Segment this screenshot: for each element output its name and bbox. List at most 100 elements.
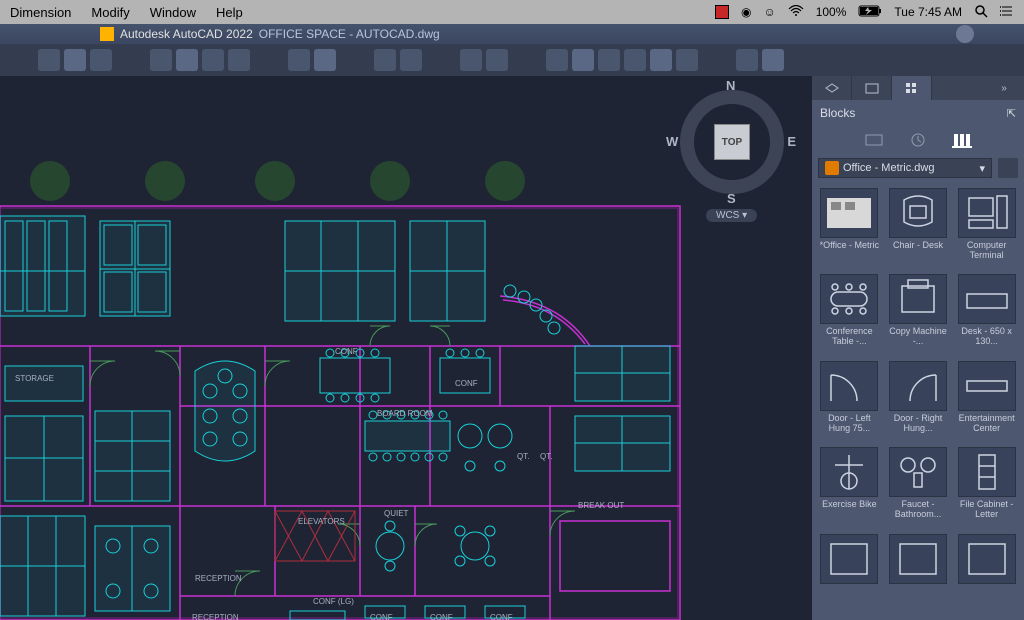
filter-options-icon[interactable] bbox=[998, 158, 1018, 178]
dir-s: S bbox=[727, 191, 736, 206]
undo-icon[interactable] bbox=[374, 49, 396, 71]
label-elevators: ELEVATORS bbox=[298, 517, 345, 526]
block-item[interactable]: Desk - 650 x 130... bbox=[955, 274, 1018, 354]
paste-special-icon[interactable] bbox=[228, 49, 250, 71]
menu-help[interactable]: Help bbox=[206, 5, 253, 20]
block-item[interactable]: Computer Terminal bbox=[955, 188, 1018, 268]
paste-icon[interactable] bbox=[202, 49, 224, 71]
block-thumb-icon bbox=[820, 274, 878, 324]
subtab-history-icon[interactable] bbox=[908, 132, 928, 148]
block-grid: *Office - Metric Chair - DeskComputer Ter… bbox=[812, 182, 1024, 620]
layer-icon[interactable] bbox=[546, 49, 568, 71]
block-label: Door - Right Hung... bbox=[887, 414, 950, 434]
block-label: Desk - 650 x 130... bbox=[955, 327, 1018, 347]
block-item[interactable]: Copy Machine -... bbox=[887, 274, 950, 354]
list-icon[interactable] bbox=[1000, 4, 1014, 21]
block-item[interactable]: File Cabinet - Letter bbox=[955, 447, 1018, 527]
table-icon[interactable] bbox=[650, 49, 672, 71]
panel-tabstrip: » bbox=[812, 76, 1024, 100]
block-thumb-icon bbox=[889, 534, 947, 584]
block-thumb-icon bbox=[958, 188, 1016, 238]
label-breakout: BREAK OUT bbox=[578, 501, 624, 510]
menu-modify[interactable]: Modify bbox=[81, 5, 139, 20]
menu-dimension[interactable]: Dimension bbox=[0, 5, 81, 20]
block-thumb-icon bbox=[958, 447, 1016, 497]
subtab-recent-icon[interactable] bbox=[864, 132, 884, 148]
block-label: Copy Machine -... bbox=[887, 327, 950, 347]
block-label: Exercise Bike bbox=[822, 500, 877, 520]
block-thumb-icon bbox=[820, 447, 878, 497]
block-thumb-icon bbox=[820, 188, 878, 238]
label-conf-lg: CONF (LG) bbox=[313, 597, 354, 606]
block-item[interactable] bbox=[887, 534, 950, 614]
label-reception2: RECEPTION bbox=[192, 613, 239, 620]
wcs-label[interactable]: WCS ▾ bbox=[706, 209, 757, 222]
block-editor-icon[interactable] bbox=[314, 49, 336, 71]
user-avatar[interactable] bbox=[956, 25, 974, 43]
battery-icon bbox=[858, 5, 882, 20]
block-thumb-icon bbox=[889, 447, 947, 497]
label-conf3c: CONF bbox=[370, 613, 393, 620]
spotlight-icon[interactable] bbox=[974, 4, 988, 21]
block-item[interactable]: *Office - Metric bbox=[818, 188, 881, 268]
menu-window[interactable]: Window bbox=[140, 5, 206, 20]
panel-detach-icon[interactable]: ⇱ bbox=[1007, 107, 1016, 120]
block-item[interactable]: Exercise Bike bbox=[818, 447, 881, 527]
block-thumb-icon bbox=[958, 361, 1016, 411]
panel-tab-files[interactable] bbox=[852, 76, 892, 100]
macos-menubar: Dimension Modify Window Help ◉ ☺ 100% Tu… bbox=[0, 0, 1024, 24]
block-thumb-icon bbox=[820, 361, 878, 411]
cut-icon[interactable] bbox=[150, 49, 172, 71]
xref-icon[interactable] bbox=[598, 49, 620, 71]
block-item[interactable]: Entertainment Center bbox=[955, 361, 1018, 441]
print-settings-icon[interactable] bbox=[90, 49, 112, 71]
ribbon-toolbar bbox=[0, 44, 1024, 76]
attach-icon[interactable] bbox=[572, 49, 594, 71]
dir-e: E bbox=[787, 134, 796, 149]
status-sync-icon: ◉ bbox=[741, 5, 751, 19]
block-label: Entertainment Center bbox=[955, 414, 1018, 434]
sync-icon bbox=[825, 161, 839, 175]
dir-n: N bbox=[726, 78, 735, 93]
text-icon[interactable] bbox=[676, 49, 698, 71]
block-item[interactable]: Conference Table -... bbox=[818, 274, 881, 354]
clock: Tue 7:45 AM bbox=[894, 5, 962, 19]
print-preview-icon[interactable] bbox=[64, 49, 86, 71]
dim-icon[interactable] bbox=[736, 49, 758, 71]
block-item[interactable]: Faucet - Bathroom... bbox=[887, 447, 950, 527]
block-thumb-icon bbox=[958, 534, 1016, 584]
subtab-library-icon[interactable] bbox=[952, 132, 972, 148]
measure-icon[interactable] bbox=[762, 49, 784, 71]
label-storage: STORAGE bbox=[15, 374, 54, 383]
label-qt2: QT. bbox=[540, 452, 552, 461]
match-properties-icon[interactable] bbox=[288, 49, 310, 71]
viewcube[interactable]: TOP N S E W WCS ▾ bbox=[672, 82, 792, 202]
redo-icon[interactable] bbox=[400, 49, 422, 71]
pan-icon[interactable] bbox=[486, 49, 508, 71]
viewcube-face[interactable]: TOP bbox=[714, 124, 750, 160]
battery-pct: 100% bbox=[816, 5, 847, 19]
status-user-icon: ☺ bbox=[763, 5, 775, 19]
drawing-canvas[interactable]: STORAGE CONF CONF BOARD ROOM ELEVATORS Q… bbox=[0, 76, 812, 620]
document-name: OFFICE SPACE - AUTOCAD.dwg bbox=[259, 27, 440, 41]
block-label: Conference Table -... bbox=[818, 327, 881, 347]
block-thumb-icon bbox=[820, 534, 878, 584]
filter-dropdown[interactable]: Office - Metric.dwg ▾ bbox=[818, 158, 992, 178]
select-icon[interactable] bbox=[460, 49, 482, 71]
panel-tab-blocks[interactable] bbox=[892, 76, 932, 100]
block-item[interactable] bbox=[955, 534, 1018, 614]
copy-icon[interactable] bbox=[176, 49, 198, 71]
print-icon[interactable] bbox=[38, 49, 60, 71]
label-conf2: CONF bbox=[455, 379, 478, 388]
block-item[interactable]: Door - Right Hung... bbox=[887, 361, 950, 441]
block-thumb-icon bbox=[889, 274, 947, 324]
block-item[interactable]: Door - Left Hung 75... bbox=[818, 361, 881, 441]
block-label: *Office - Metric bbox=[820, 241, 879, 261]
image-icon[interactable] bbox=[624, 49, 646, 71]
block-item[interactable] bbox=[818, 534, 881, 614]
block-item[interactable]: Chair - Desk bbox=[887, 188, 950, 268]
status-red-icon bbox=[715, 5, 729, 19]
panel-tab-layers[interactable] bbox=[812, 76, 852, 100]
panel-tab-more[interactable]: » bbox=[984, 76, 1024, 100]
block-label: Faucet - Bathroom... bbox=[887, 500, 950, 520]
